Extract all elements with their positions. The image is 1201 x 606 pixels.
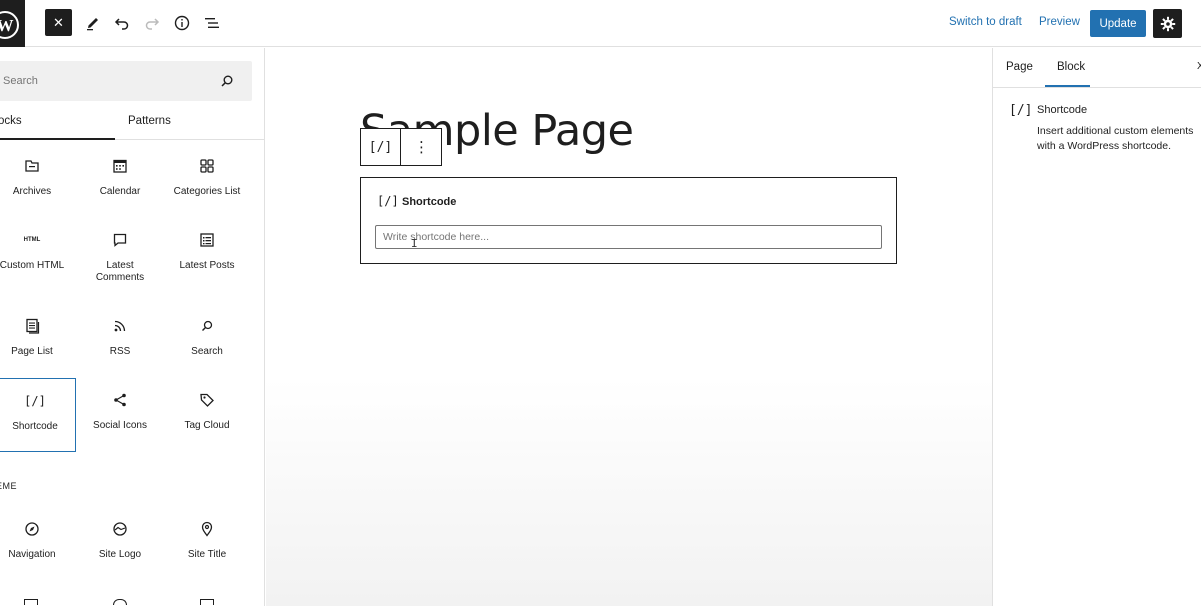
archive-icon: [25, 160, 39, 172]
pages-icon: [26, 318, 40, 334]
block-label: Calendar: [99, 186, 141, 197]
svg-text:W: W: [0, 16, 14, 35]
block-latest-posts[interactable]: Latest Posts: [169, 218, 245, 292]
pencil-icon: [87, 18, 98, 31]
gear-icon: [1160, 16, 1175, 31]
list-view-icon: [205, 18, 219, 28]
redo-button[interactable]: [137, 8, 167, 38]
details-button[interactable]: [167, 8, 197, 38]
block-label: Categories List: [173, 186, 241, 197]
block-label: Page List: [11, 346, 53, 357]
categories-icon: [200, 159, 214, 173]
block-shortcode[interactable]: [/] Shortcode: [0, 378, 76, 452]
block-site-logo[interactable]: Site Logo: [82, 507, 158, 581]
rss-icon: [114, 320, 126, 332]
tab-blocks[interactable]: ocks: [0, 115, 22, 127]
more-options-button[interactable]: ⋮: [402, 129, 441, 165]
wordpress-logo-icon[interactable]: W: [0, 0, 25, 47]
search-icon: [221, 75, 233, 87]
shortcode-block-label: Shortcode: [402, 196, 457, 208]
map-pin-icon: [201, 521, 213, 537]
inserter-tabs: ocks Patterns: [0, 103, 264, 140]
info-icon: [174, 15, 190, 31]
block-label: Latest Posts: [179, 260, 235, 271]
block-social-icons[interactable]: Social Icons: [82, 378, 158, 452]
tab-patterns[interactable]: Patterns: [128, 115, 171, 127]
partial-block-icon: [113, 599, 127, 605]
sidebar-tabs: Page Block X: [993, 48, 1201, 88]
block-search-input[interactable]: Search: [0, 61, 252, 101]
close-inserter-button[interactable]: ✕: [45, 9, 72, 36]
block-toolbar: [/] ⋮: [360, 128, 442, 166]
block-inserter-panel: Search ocks Patterns Archives Calendar C…: [0, 48, 265, 606]
block-type-button[interactable]: [/]: [361, 129, 401, 165]
search-placeholder: Search: [3, 75, 38, 87]
block-latest-comments[interactable]: Latest Comments: [82, 218, 158, 292]
block-custom-html[interactable]: HTML Custom HTML: [0, 218, 70, 292]
redo-icon: [145, 18, 160, 30]
block-label: Site Logo: [98, 549, 142, 560]
theme-section-label: EME: [0, 481, 18, 491]
block-navigation[interactable]: Navigation: [0, 507, 70, 581]
shortcode-input[interactable]: Write shortcode here...: [375, 225, 882, 249]
shortcode-icon: [/]: [377, 194, 399, 208]
undo-button[interactable]: [107, 8, 137, 38]
settings-sidebar: Page Block X [/] Shortcode Insert additi…: [992, 48, 1201, 606]
site-logo-icon: [113, 522, 127, 536]
block-label: Navigation: [8, 549, 56, 560]
block-site-title[interactable]: Site Title: [169, 507, 245, 581]
tab-page[interactable]: Page: [1006, 61, 1033, 73]
shortcode-icon: [/]: [368, 139, 393, 155]
text-cursor-icon: I: [411, 237, 418, 250]
block-label: Latest Comments: [95, 260, 145, 283]
shortcode-icon: [/]: [1009, 103, 1033, 118]
search-icon: [202, 320, 213, 331]
block-rss[interactable]: RSS: [82, 304, 158, 378]
active-tab-indicator: [0, 138, 115, 140]
compass-icon: [25, 522, 39, 536]
close-sidebar-icon[interactable]: X: [1197, 61, 1201, 72]
block-tag-cloud[interactable]: Tag Cloud: [169, 378, 245, 452]
block-label: Shortcode: [12, 421, 58, 432]
block-search[interactable]: Search: [169, 304, 245, 378]
block-label: Archives: [12, 186, 52, 197]
block-calendar[interactable]: Calendar: [82, 144, 158, 218]
active-tab-indicator: [1045, 85, 1090, 87]
shortcode-block[interactable]: [/] Shortcode Write shortcode here... I: [360, 177, 897, 264]
more-vertical-icon: ⋮: [414, 139, 429, 156]
list-view-button[interactable]: [197, 8, 227, 38]
shortcode-icon: [/]: [24, 394, 46, 408]
partial-block-icon: [24, 599, 38, 605]
block-categories-list[interactable]: Categories List: [169, 144, 245, 218]
block-label: Social Icons: [93, 420, 147, 431]
preview-link[interactable]: Preview: [1039, 16, 1080, 28]
block-card-title: Shortcode: [1037, 104, 1088, 116]
description-line: Insert additional custom elements: [1037, 125, 1194, 137]
tools-button[interactable]: [78, 8, 108, 38]
top-toolbar: W ✕ Switch to draft Preview Update: [0, 0, 1201, 47]
update-button[interactable]: Update: [1090, 10, 1146, 37]
block-label: RSS: [109, 346, 131, 357]
switch-to-draft-link[interactable]: Switch to draft: [949, 16, 1022, 28]
block-label: Site Title: [187, 549, 227, 560]
list-icon: [200, 233, 214, 247]
share-icon: [114, 393, 126, 407]
block-page-list[interactable]: Page List: [0, 304, 70, 378]
block-label: Tag Cloud: [184, 420, 230, 431]
close-icon: ✕: [53, 14, 64, 30]
comment-icon: [113, 233, 127, 247]
settings-button[interactable]: [1153, 9, 1182, 38]
tag-icon: [200, 393, 214, 407]
editor-canvas: Sample Page [/] ⋮ [/] Shortcode Write sh…: [266, 48, 992, 606]
partial-block-icon: [200, 599, 214, 605]
block-archives[interactable]: Archives: [0, 144, 70, 218]
tab-block[interactable]: Block: [1057, 61, 1085, 73]
description-line: with a WordPress shortcode.: [1037, 140, 1172, 152]
undo-icon: [114, 18, 129, 30]
calendar-icon: [113, 159, 127, 173]
block-label: Custom HTML: [0, 260, 65, 271]
html-icon: HTML: [23, 237, 41, 243]
block-card-description: Insert additional custom elements with a…: [1037, 124, 1201, 154]
block-label: Search: [191, 346, 223, 357]
